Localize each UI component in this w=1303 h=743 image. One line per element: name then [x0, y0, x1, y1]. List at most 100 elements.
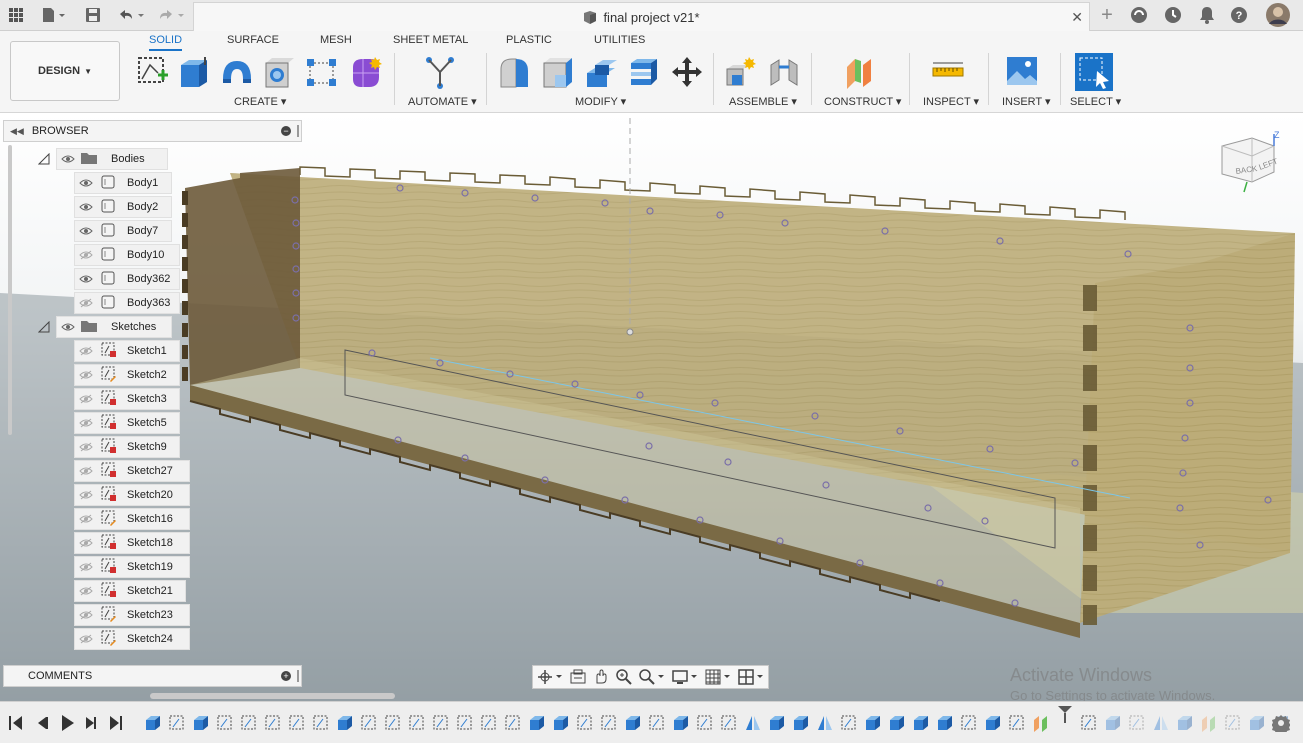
plane-feature-icon[interactable]: [1032, 714, 1050, 732]
browser-body-item[interactable]: Body2: [74, 196, 172, 218]
go-to-start-icon[interactable]: [9, 716, 22, 730]
automate-icon[interactable]: [423, 55, 457, 89]
mirror-feature-icon[interactable]: [816, 714, 834, 732]
display-settings-icon[interactable]: [672, 669, 698, 685]
orbit-icon[interactable]: [537, 669, 563, 685]
assemble-menu[interactable]: ASSEMBLE ▾: [729, 95, 797, 108]
eye-hidden-icon[interactable]: [79, 250, 93, 260]
workspace-switcher-button[interactable]: DESIGN ▼: [10, 41, 120, 101]
browser-sketch-item[interactable]: Sketch2: [74, 364, 180, 386]
combine-icon[interactable]: [627, 55, 661, 89]
sketch-feature-icon[interactable]: [576, 714, 594, 732]
browser-sketch-item[interactable]: Sketch24: [74, 628, 190, 650]
eye-icon[interactable]: [79, 274, 93, 284]
extensions-icon[interactable]: [1128, 4, 1150, 26]
expand-bodies-icon[interactable]: [37, 152, 50, 165]
eye-hidden-icon[interactable]: [79, 370, 93, 380]
help-icon[interactable]: ?: [1228, 4, 1250, 26]
press-pull-icon[interactable]: [498, 55, 532, 89]
new-component-icon[interactable]: [724, 55, 758, 89]
browser-body-item[interactable]: Body362: [74, 268, 180, 290]
step-back-icon[interactable]: [38, 717, 48, 729]
eye-hidden-icon[interactable]: [79, 562, 93, 572]
browser-sketch-item[interactable]: Sketch23: [74, 604, 190, 626]
eye-hidden-icon[interactable]: [79, 538, 93, 548]
inspect-menu[interactable]: INSPECT ▾: [923, 95, 979, 108]
extrude-feature-icon[interactable]: [768, 714, 786, 732]
sketch-feature-icon[interactable]: [960, 714, 978, 732]
tab-surface[interactable]: SURFACE: [227, 34, 279, 46]
joint-icon[interactable]: [767, 55, 801, 89]
sketch-feature-icon[interactable]: [216, 714, 234, 732]
timeline-settings-icon[interactable]: [1272, 714, 1290, 732]
browser-sketch-item[interactable]: Sketch5: [74, 412, 180, 434]
select-menu[interactable]: SELECT ▾: [1070, 95, 1121, 108]
browser-sketch-item[interactable]: Sketch19: [74, 556, 190, 578]
eye-hidden-icon[interactable]: [79, 394, 93, 404]
go-to-end-icon[interactable]: [110, 716, 122, 730]
app-grid-icon[interactable]: [6, 4, 26, 26]
document-tab[interactable]: final project v21* ✕: [193, 2, 1090, 31]
notifications-icon[interactable]: [1196, 4, 1218, 26]
eye-icon[interactable]: [79, 202, 93, 212]
look-at-icon[interactable]: [570, 669, 586, 685]
extrude-icon[interactable]: [177, 55, 211, 89]
insert-image-icon[interactable]: [1005, 55, 1039, 89]
fillet-icon[interactable]: [541, 55, 575, 89]
browser-options-icon[interactable]: −: [281, 126, 291, 136]
sketch-feature-icon[interactable]: [1008, 714, 1026, 732]
mirror-feature-icon[interactable]: [744, 714, 762, 732]
eye-icon[interactable]: [61, 154, 75, 164]
select-icon[interactable]: [1075, 53, 1113, 91]
extrude-feature-icon[interactable]: [192, 714, 210, 732]
close-tab-icon[interactable]: ✕: [1071, 9, 1083, 26]
plane-feature-icon[interactable]: [1200, 714, 1218, 732]
insert-menu[interactable]: INSERT ▾: [1002, 95, 1051, 108]
save-icon[interactable]: [84, 4, 102, 26]
eye-hidden-icon[interactable]: [79, 586, 93, 596]
extrude-feature-icon[interactable]: [1104, 714, 1122, 732]
eye-hidden-icon[interactable]: [79, 634, 93, 644]
fit-icon[interactable]: [639, 669, 665, 685]
grid-settings-icon[interactable]: [705, 669, 731, 685]
sketch-feature-icon[interactable]: [1080, 714, 1098, 732]
eye-hidden-icon[interactable]: [79, 490, 93, 500]
create-menu[interactable]: CREATE ▾: [234, 95, 286, 108]
redo-icon[interactable]: [156, 4, 186, 26]
eye-icon[interactable]: [61, 322, 75, 332]
sketch-feature-icon[interactable]: [504, 714, 522, 732]
extrude-feature-icon[interactable]: [888, 714, 906, 732]
create-form-icon[interactable]: [349, 55, 383, 89]
automate-menu[interactable]: AUTOMATE ▾: [408, 95, 477, 108]
expand-sketches-icon[interactable]: [37, 320, 50, 333]
move-icon[interactable]: [670, 55, 704, 89]
eye-icon[interactable]: [79, 226, 93, 236]
sketch-feature-icon[interactable]: [432, 714, 450, 732]
browser-body-item[interactable]: Body7: [74, 220, 172, 242]
sketch-feature-icon[interactable]: [312, 714, 330, 732]
origin-point[interactable]: [626, 328, 634, 336]
timeline-scrollbar[interactable]: [150, 693, 395, 699]
pin-icon[interactable]: [297, 670, 299, 682]
eye-hidden-icon[interactable]: [79, 346, 93, 356]
sketch-feature-icon[interactable]: [648, 714, 666, 732]
sketch-feature-icon[interactable]: [1224, 714, 1242, 732]
sketch-feature-icon[interactable]: [456, 714, 474, 732]
sketch-feature-icon[interactable]: [840, 714, 858, 732]
timeline-marker-icon[interactable]: [1056, 705, 1074, 723]
tab-solid[interactable]: SOLID: [149, 34, 183, 51]
extrude-feature-icon[interactable]: [792, 714, 810, 732]
pan-icon[interactable]: [593, 669, 609, 685]
viewports-icon[interactable]: [738, 669, 764, 685]
extrude-feature-icon[interactable]: [144, 714, 162, 732]
extrude-feature-icon[interactable]: [1176, 714, 1194, 732]
browser-scrollbar[interactable]: [8, 145, 12, 435]
sketch-feature-icon[interactable]: [1128, 714, 1146, 732]
bodies-folder[interactable]: Bodies: [56, 148, 168, 170]
mirror-feature-icon[interactable]: [1152, 714, 1170, 732]
tab-sheet-metal[interactable]: SHEET METAL: [393, 34, 468, 46]
sketch-feature-icon[interactable]: [264, 714, 282, 732]
browser-sketch-item[interactable]: Sketch9: [74, 436, 180, 458]
sketch-feature-icon[interactable]: [240, 714, 258, 732]
extrude-feature-icon[interactable]: [552, 714, 570, 732]
